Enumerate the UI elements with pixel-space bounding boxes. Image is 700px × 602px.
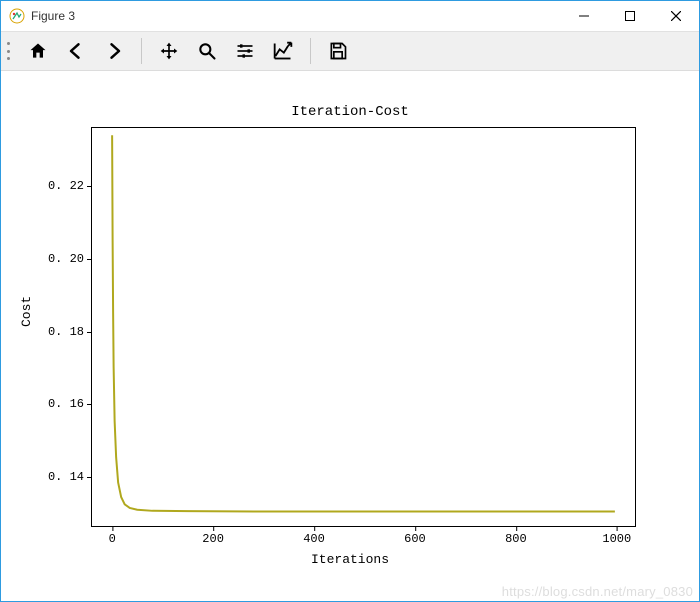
y-tick-label: 0. 14	[34, 470, 84, 484]
matplotlib-toolbar	[1, 31, 699, 71]
chart-title: Iteration-Cost	[1, 104, 699, 120]
app-icon	[9, 8, 25, 24]
x-axis-label: Iterations	[1, 552, 699, 567]
window-titlebar: Figure 3	[1, 1, 699, 31]
y-tick-label: 0. 16	[34, 397, 84, 411]
data-series-line	[92, 128, 635, 526]
configure-subplots-button[interactable]	[228, 35, 262, 67]
toolbar-separator	[141, 38, 142, 64]
save-button[interactable]	[321, 35, 355, 67]
forward-button[interactable]	[97, 35, 131, 67]
maximize-button[interactable]	[607, 1, 653, 31]
x-tick-label: 400	[303, 532, 325, 546]
zoom-button[interactable]	[190, 35, 224, 67]
y-tick-label: 0. 18	[34, 325, 84, 339]
x-tick-label: 600	[404, 532, 426, 546]
y-tick-label: 0. 22	[34, 179, 84, 193]
back-button[interactable]	[59, 35, 93, 67]
x-tick-label: 1000	[602, 532, 631, 546]
home-button[interactable]	[21, 35, 55, 67]
window-title: Figure 3	[31, 9, 75, 23]
x-tick-label: 0	[109, 532, 116, 546]
toolbar-separator	[310, 38, 311, 64]
y-axis-label: Cost	[19, 296, 34, 327]
y-tick-label: 0. 20	[34, 252, 84, 266]
toolbar-grip	[7, 38, 15, 64]
minimize-button[interactable]	[561, 1, 607, 31]
pan-button[interactable]	[152, 35, 186, 67]
edit-axes-button[interactable]	[266, 35, 300, 67]
plot-area: 0. 140. 160. 180. 200. 22020040060080010…	[91, 127, 636, 527]
x-tick-label: 200	[202, 532, 224, 546]
figure-canvas[interactable]: Iteration-Cost Cost Iterations 0. 140. 1…	[1, 72, 699, 601]
x-tick-label: 800	[505, 532, 527, 546]
close-button[interactable]	[653, 1, 699, 31]
